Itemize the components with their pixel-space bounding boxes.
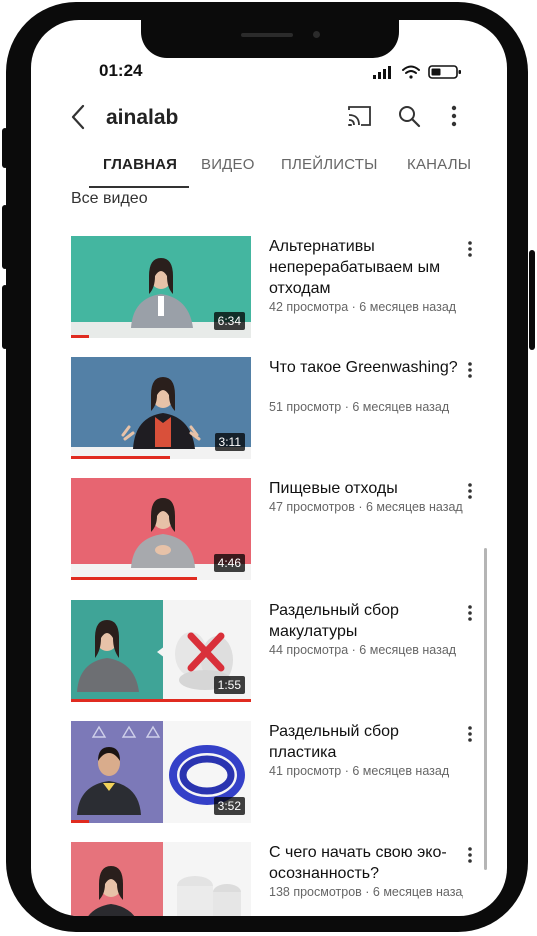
video-meta: 42 просмотра · 6 месяцев назад bbox=[269, 300, 457, 314]
video-title[interactable]: Пищевые отходы bbox=[269, 478, 463, 499]
watch-progress-bar bbox=[71, 456, 170, 459]
video-item[interactable]: 3:11 Что такое Greenwashing? 51 просмотр… bbox=[71, 357, 491, 463]
watch-progress-bar bbox=[71, 335, 89, 338]
front-camera bbox=[313, 31, 320, 38]
search-icon[interactable] bbox=[397, 104, 421, 128]
video-item[interactable]: 4:46 Пищевые отходы 47 просмотров · 6 ме… bbox=[71, 478, 491, 584]
video-title[interactable]: Раздельный сбор пластика bbox=[269, 721, 463, 763]
status-icons bbox=[373, 65, 461, 79]
video-title[interactable]: С чего начать свою эко-осознанность? bbox=[269, 842, 463, 884]
channel-tabs: ГЛАВНАЯ ВИДЕО ПЛЕЙЛИСТЫ КАНАЛЫ bbox=[31, 154, 507, 192]
video-item[interactable]: 6:34 Альтернативы неперерабатываем ым от… bbox=[71, 236, 491, 342]
video-meta: 41 просмотр · 6 месяцев назад bbox=[269, 764, 450, 778]
phone-frame: 01:24 ainalab ГЛАВНАЯ ВИДЕО ПЛЕЙЛИСТЫ КА… bbox=[6, 2, 528, 932]
video-thumbnail[interactable]: 1:55 bbox=[71, 600, 251, 702]
section-title: Все видео bbox=[71, 190, 148, 207]
video-title[interactable]: Что такое Greenwashing? bbox=[269, 357, 463, 378]
video-item[interactable]: 3:52 Раздельный сбор пластика 41 просмот… bbox=[71, 721, 491, 827]
video-meta: 138 просмотров · 6 месяцев назад bbox=[269, 885, 463, 899]
wifi-icon bbox=[402, 65, 420, 79]
active-tab-indicator bbox=[89, 186, 189, 188]
video-duration: 3:52 bbox=[213, 797, 245, 815]
watch-progress-bar bbox=[71, 577, 197, 580]
video-thumbnail[interactable]: 3:11 bbox=[71, 357, 251, 459]
video-thumbnail[interactable]: 4:46 bbox=[71, 478, 251, 580]
tab-channels[interactable]: КАНАЛЫ bbox=[407, 156, 471, 173]
video-menu-icon[interactable] bbox=[467, 361, 473, 379]
video-thumbnail[interactable]: 6:34 bbox=[71, 236, 251, 338]
status-time: 01:24 bbox=[99, 61, 143, 80]
video-meta: 51 просмотр · 6 месяцев назад bbox=[269, 400, 450, 414]
video-thumbnail[interactable]: 3:52 bbox=[71, 721, 251, 823]
video-title[interactable]: Раздельный сбор макулатуры bbox=[269, 600, 463, 642]
presenter-figure bbox=[88, 842, 251, 916]
channel-name: ainalab bbox=[106, 106, 179, 129]
tab-videos[interactable]: ВИДЕО bbox=[201, 156, 255, 173]
video-duration: 1:55 bbox=[213, 676, 245, 694]
watch-progress-bar bbox=[71, 820, 89, 823]
notch bbox=[141, 20, 399, 58]
video-duration: 4:46 bbox=[213, 554, 245, 572]
signal-icon bbox=[373, 66, 391, 79]
video-item[interactable]: 1:55 Раздельный сбор макулатуры 44 просм… bbox=[71, 600, 491, 706]
tab-playlists[interactable]: ПЛЕЙЛИСТЫ bbox=[281, 156, 378, 173]
speaker bbox=[241, 33, 293, 37]
video-menu-icon[interactable] bbox=[467, 604, 473, 622]
video-item[interactable]: С чего начать свою эко-осознанность? 138… bbox=[71, 842, 491, 916]
cast-icon[interactable] bbox=[347, 105, 373, 127]
video-menu-icon[interactable] bbox=[467, 482, 473, 500]
video-menu-icon[interactable] bbox=[467, 240, 473, 258]
video-duration: 3:11 bbox=[214, 433, 245, 451]
phone-screen: 01:24 ainalab ГЛАВНАЯ ВИДЕО ПЛЕЙЛИСТЫ КА… bbox=[31, 20, 507, 916]
watch-progress-bar bbox=[71, 699, 251, 702]
scroll-indicator[interactable] bbox=[484, 548, 487, 870]
battery-icon bbox=[428, 65, 461, 79]
app-bar: ainalab bbox=[31, 100, 507, 140]
video-menu-icon[interactable] bbox=[467, 725, 473, 743]
video-thumbnail[interactable] bbox=[71, 842, 251, 916]
video-title[interactable]: Альтернативы неперерабатываем ым отходам bbox=[269, 236, 463, 299]
video-duration: 6:34 bbox=[213, 312, 245, 330]
video-menu-icon[interactable] bbox=[467, 846, 473, 864]
more-vertical-icon[interactable] bbox=[451, 105, 457, 127]
back-arrow-icon[interactable] bbox=[69, 104, 87, 130]
tab-home[interactable]: ГЛАВНАЯ bbox=[103, 156, 177, 173]
power-button bbox=[529, 250, 535, 350]
video-meta: 44 просмотра · 6 месяцев назад bbox=[269, 643, 457, 657]
video-meta: 47 просмотров · 6 месяцев назад bbox=[269, 500, 463, 514]
